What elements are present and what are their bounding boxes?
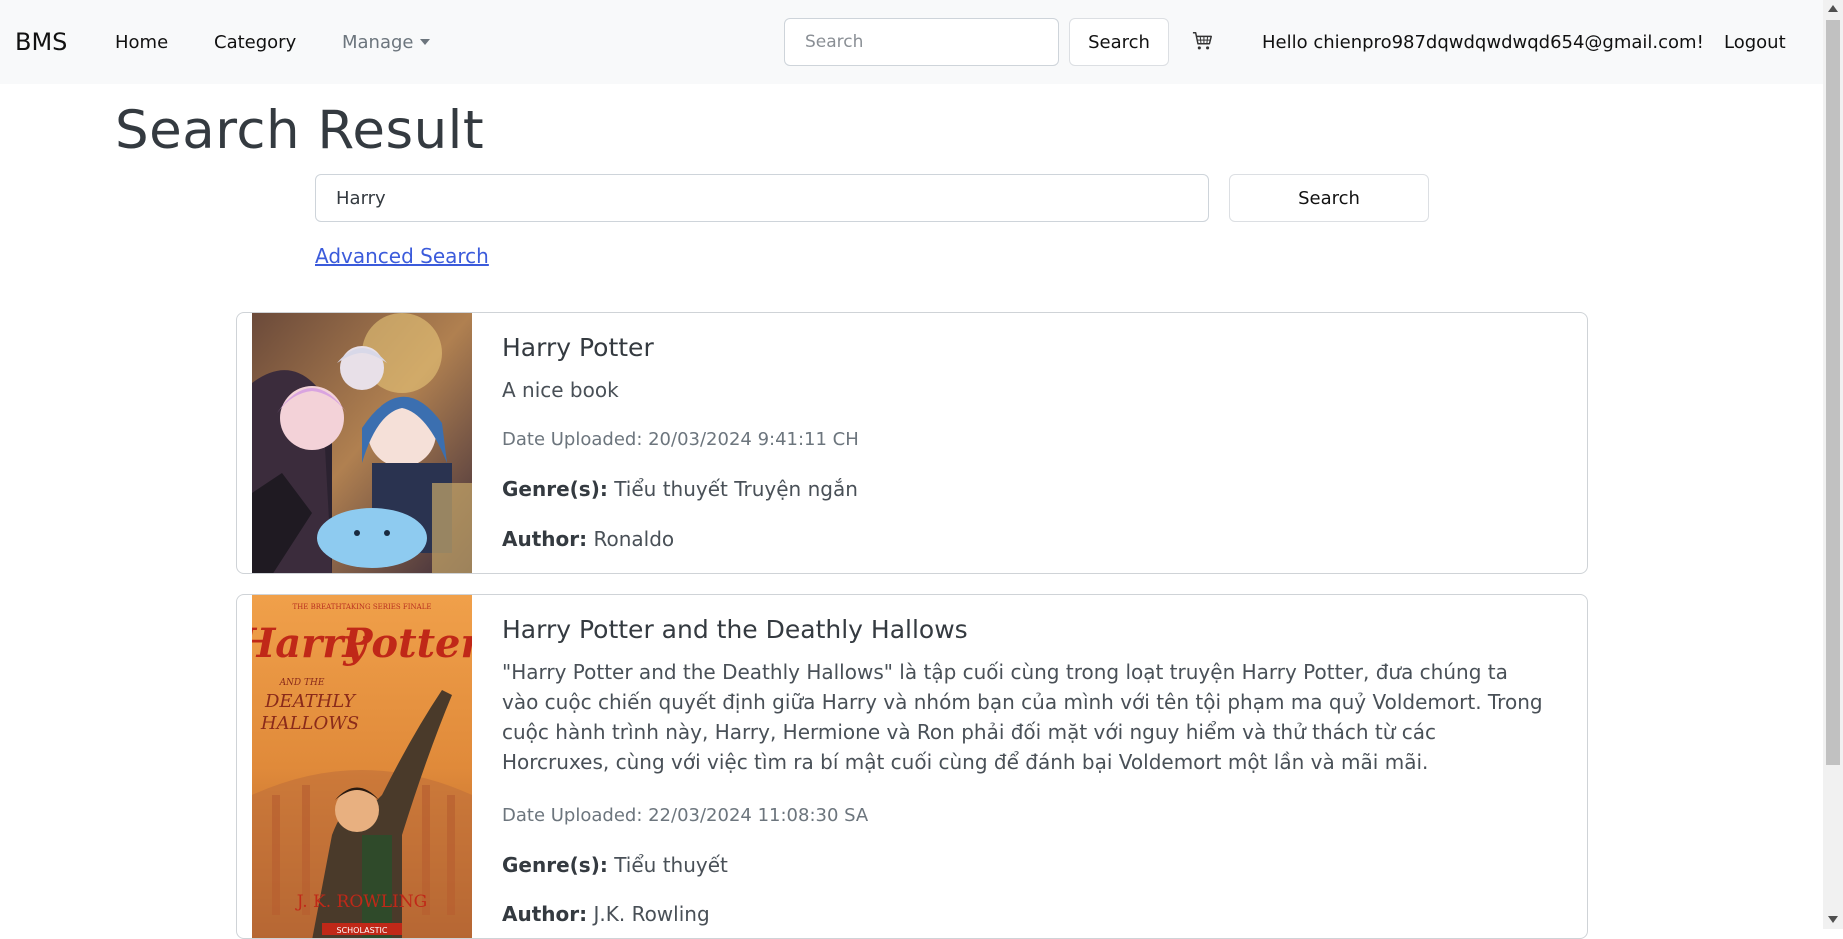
- book-cover-image[interactable]: THE BREATHTAKING SERIES FINALE Harry Pot…: [252, 595, 472, 938]
- book-author: Author: Ronaldo: [502, 527, 674, 551]
- advanced-search-link[interactable]: Advanced Search: [315, 244, 489, 268]
- anime-illustration-image: [252, 313, 472, 573]
- user-greeting[interactable]: Hello chienpro987dqwdqwdwqd654@gmail.com…: [1262, 32, 1704, 53]
- cover-deathly: DEATHLY: [264, 691, 357, 712]
- nav-home[interactable]: Home: [115, 32, 168, 53]
- genre-value: Tiểu thuyết Truyện ngắn: [614, 477, 858, 501]
- cover-top-text: THE BREATHTAKING SERIES FINALE: [293, 603, 432, 611]
- result-card[interactable]: THE BREATHTAKING SERIES FINALE Harry Pot…: [236, 594, 1588, 939]
- page-title: Search Result: [115, 100, 485, 161]
- book-description: A nice book: [502, 378, 619, 402]
- date-uploaded: Date Uploaded: 20/03/2024 9:41:11 CH: [502, 429, 859, 450]
- cart-icon[interactable]: [1192, 30, 1214, 52]
- book-title[interactable]: Harry Potter and the Deathly Hallows: [502, 615, 968, 644]
- main-search-input[interactable]: [315, 174, 1209, 222]
- deathly-hallows-cover-image: THE BREATHTAKING SERIES FINALE Harry Pot…: [252, 595, 472, 938]
- scroll-down-arrow-icon[interactable]: [1828, 916, 1838, 923]
- cover-hallows: HALLOWS: [260, 713, 359, 734]
- cover-and-the: AND THE: [279, 678, 325, 688]
- author-value: Ronaldo: [593, 527, 675, 551]
- top-navbar: BMS Home Category Manage Search Hello ch…: [0, 0, 1823, 84]
- navbar-search-button[interactable]: Search: [1069, 18, 1169, 66]
- scroll-up-arrow-icon[interactable]: [1828, 5, 1838, 12]
- book-author: Author: J.K. Rowling: [502, 902, 710, 926]
- brand-logo[interactable]: BMS: [15, 28, 67, 56]
- cover-publisher: SCHOLASTIC: [337, 926, 388, 935]
- navbar-search-input[interactable]: [784, 18, 1059, 66]
- genre-label: Genre(s):: [502, 477, 608, 501]
- genre-value: Tiểu thuyết: [614, 853, 728, 877]
- date-uploaded: Date Uploaded: 22/03/2024 11:08:30 SA: [502, 805, 869, 826]
- nav-manage-dropdown[interactable]: Manage: [342, 32, 430, 53]
- logout-link[interactable]: Logout: [1724, 32, 1786, 53]
- book-title[interactable]: Harry Potter: [502, 333, 654, 362]
- author-value: J.K. Rowling: [593, 902, 710, 926]
- result-card[interactable]: Harry Potter A nice book Date Uploaded: …: [236, 312, 1588, 574]
- book-description: "Harry Potter and the Deathly Hallows" l…: [502, 660, 1543, 774]
- cover-author: J. K. ROWLING: [295, 892, 427, 912]
- main-search-button[interactable]: Search: [1229, 174, 1429, 222]
- nav-category[interactable]: Category: [214, 32, 296, 53]
- book-cover-image[interactable]: [252, 313, 472, 573]
- author-label: Author:: [502, 902, 588, 926]
- page-scrollbar[interactable]: [1823, 0, 1843, 929]
- author-label: Author:: [502, 527, 588, 551]
- chevron-down-icon: [419, 38, 430, 45]
- book-genres: Genre(s): Tiểu thuyết: [502, 853, 728, 877]
- nav-manage-label: Manage: [342, 31, 414, 53]
- cover-title-potter: Potter: [341, 620, 472, 667]
- genre-label: Genre(s):: [502, 853, 608, 877]
- book-genres: Genre(s): Tiểu thuyết Truyện ngắn: [502, 477, 858, 501]
- scrollbar-thumb[interactable]: [1826, 20, 1840, 765]
